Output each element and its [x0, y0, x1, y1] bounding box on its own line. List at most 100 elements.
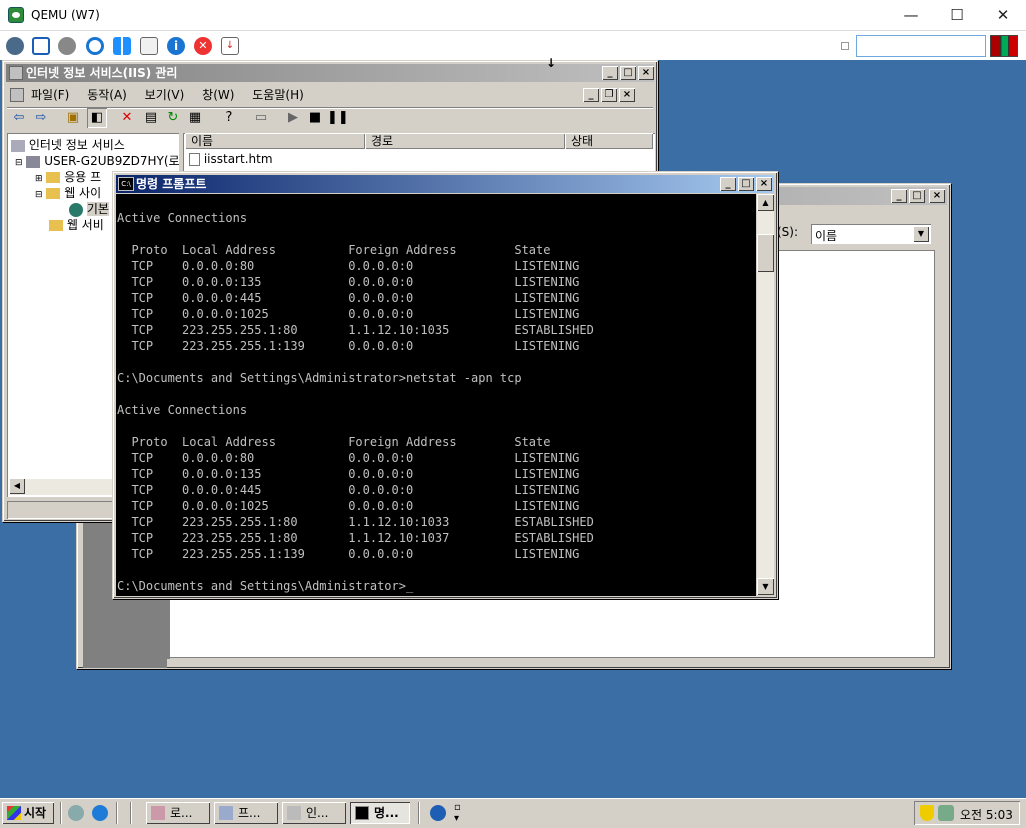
clock[interactable]: 오전 5:03: [960, 806, 1013, 823]
network-icon[interactable]: [6, 37, 24, 55]
sort-select[interactable]: 이름 ▼: [811, 224, 931, 244]
tree-web-ext-label: 웹 서비: [66, 218, 104, 232]
show-desktop-icon[interactable]: [68, 805, 84, 821]
tree-default-site-label: 기본: [86, 202, 109, 216]
cmd-maximize-button[interactable]: □: [738, 177, 754, 191]
sort-select-value: 이름: [815, 229, 838, 243]
cmd-close-button[interactable]: ×: [756, 177, 772, 191]
network-tray-icon[interactable]: [938, 805, 954, 821]
ie-icon[interactable]: [92, 805, 108, 821]
host-close-button[interactable]: ✕: [980, 4, 1026, 26]
iis-titlebar[interactable]: 인터넷 정보 서비스(IIS) 관리 _ □ ×: [6, 64, 654, 82]
menu-view[interactable]: 보기(V): [145, 88, 185, 102]
info-icon[interactable]: i: [167, 37, 185, 55]
scroll-left-icon[interactable]: ◀: [9, 478, 25, 494]
console-output[interactable]: Active Connections Proto Local Address F…: [116, 194, 756, 596]
menu-action[interactable]: 동작(A): [87, 88, 127, 102]
cmd-title: 명령 프롬프트: [136, 177, 207, 191]
console-line: TCP 223.255.255.1:139 0.0.0.0:0 LISTENIN…: [117, 547, 580, 561]
computer-icon[interactable]: ▭: [251, 108, 271, 128]
system-tray: 오전 5:03: [914, 801, 1020, 825]
tree-root[interactable]: 인터넷 정보 서비스: [11, 136, 125, 153]
chevron-down-icon[interactable]: ▼: [913, 226, 929, 242]
console-line: Active Connections: [117, 403, 248, 417]
task-app-icon: [219, 806, 233, 820]
start-label: 시작: [24, 806, 47, 820]
console-line: TCP 223.255.255.1:80 1.1.12.10:1037 ESTA…: [117, 531, 594, 545]
child-close-button[interactable]: ×: [619, 88, 635, 102]
globe-icon[interactable]: [430, 805, 446, 821]
task-item-3[interactable]: 인...: [282, 802, 346, 824]
shield-icon[interactable]: [920, 805, 934, 821]
child-restore-button[interactable]: ❐: [601, 88, 617, 102]
scroll-up-icon[interactable]: ▲: [757, 194, 774, 211]
help-icon[interactable]: ?: [219, 108, 239, 128]
cmd-titlebar[interactable]: C:\ 명령 프롬프트 _ □ ×: [116, 175, 774, 193]
task-item-2[interactable]: 프...: [214, 802, 278, 824]
tree-app-pools-label: 응용 프: [64, 170, 102, 184]
console-line: TCP 223.255.255.1:139 0.0.0.0:0 LISTENIN…: [117, 339, 580, 353]
refresh-icon[interactable]: ↻: [163, 108, 183, 128]
column-status[interactable]: 상태: [565, 133, 653, 149]
fullscreen-icon[interactable]: [32, 37, 50, 55]
gear-icon[interactable]: [58, 37, 76, 55]
console-scrollbar[interactable]: ▲ ▼: [757, 194, 774, 595]
qemu-window: QEMU (W7) — ☐ ✕ i ✕ ↓ _ □ × (S): 이름 ▼ 인터…: [0, 0, 1026, 828]
flag-icon[interactable]: [990, 35, 1018, 57]
host-title: QEMU (W7): [31, 8, 100, 22]
task-item-1[interactable]: 로...: [146, 802, 210, 824]
tree-computer[interactable]: ⊟ USER-G2UB9ZD7HY(로: [15, 152, 179, 169]
windows-flag-icon: [7, 806, 21, 820]
file-icon: [189, 153, 200, 166]
console-line: TCP 0.0.0.0:80 0.0.0.0:0 LISTENING: [117, 451, 580, 465]
menu-help[interactable]: 도움말(H): [252, 88, 304, 102]
stop-icon[interactable]: ✕: [194, 37, 212, 55]
column-name[interactable]: 이름: [185, 133, 365, 149]
download-icon[interactable]: ↓: [221, 37, 239, 55]
up-folder-icon[interactable]: ▣: [63, 108, 83, 128]
column-path[interactable]: 경로: [365, 133, 565, 149]
show-tree-icon[interactable]: ◧: [87, 108, 107, 128]
cmd-task-icon: [355, 806, 369, 820]
mouse-cursor-icon: ↓: [546, 56, 557, 70]
cmd-minimize-button[interactable]: _: [720, 177, 736, 191]
folder-icon: [46, 188, 61, 199]
delete-icon[interactable]: ✕: [117, 108, 137, 128]
list-item[interactable]: iisstart.htm: [189, 152, 273, 166]
scroll-down-icon[interactable]: ▼: [757, 578, 774, 595]
host-minimize-button[interactable]: —: [888, 4, 934, 26]
back-minimize-button[interactable]: _: [891, 189, 907, 203]
menu-window[interactable]: 창(W): [202, 88, 234, 102]
child-minimize-button[interactable]: _: [583, 88, 599, 102]
host-search-input[interactable]: [856, 35, 986, 57]
tree-root-label: 인터넷 정보 서비스: [28, 138, 125, 152]
properties-icon[interactable]: ▤: [141, 108, 161, 128]
list-item-name: iisstart.htm: [203, 152, 273, 166]
start-button[interactable]: 시작: [2, 802, 54, 824]
play-icon[interactable]: ▶: [283, 108, 303, 128]
stop-icon[interactable]: ■: [305, 108, 325, 128]
folder-icon: [49, 220, 63, 231]
back-maximize-button[interactable]: □: [909, 189, 925, 203]
forward-arrow-icon[interactable]: ⇨: [31, 108, 51, 128]
refresh-icon[interactable]: [86, 37, 104, 55]
windows-icon[interactable]: [113, 37, 131, 55]
task-item-4[interactable]: 명...: [350, 802, 410, 824]
keyboard-icon[interactable]: [140, 37, 158, 55]
iis-close-button[interactable]: ×: [638, 66, 654, 80]
console-line: TCP 0.0.0.0:445 0.0.0.0:0 LISTENING: [117, 483, 580, 497]
scroll-thumb[interactable]: [757, 234, 774, 272]
chevron-icon[interactable]: ▫ ▾: [454, 802, 461, 824]
iis-maximize-button[interactable]: □: [620, 66, 636, 80]
iis-minimize-button[interactable]: _: [602, 66, 618, 80]
task-label: 로...: [170, 806, 193, 820]
host-titlebar[interactable]: QEMU (W7) — ☐ ✕: [0, 0, 1026, 31]
host-maximize-button[interactable]: ☐: [934, 4, 980, 26]
menu-file[interactable]: 파일(F): [31, 88, 69, 102]
back-arrow-icon[interactable]: ⇦: [9, 108, 29, 128]
export-icon[interactable]: ▦: [185, 108, 205, 128]
pause-icon[interactable]: ❚❚: [327, 108, 349, 128]
back-close-button[interactable]: ×: [929, 189, 945, 203]
